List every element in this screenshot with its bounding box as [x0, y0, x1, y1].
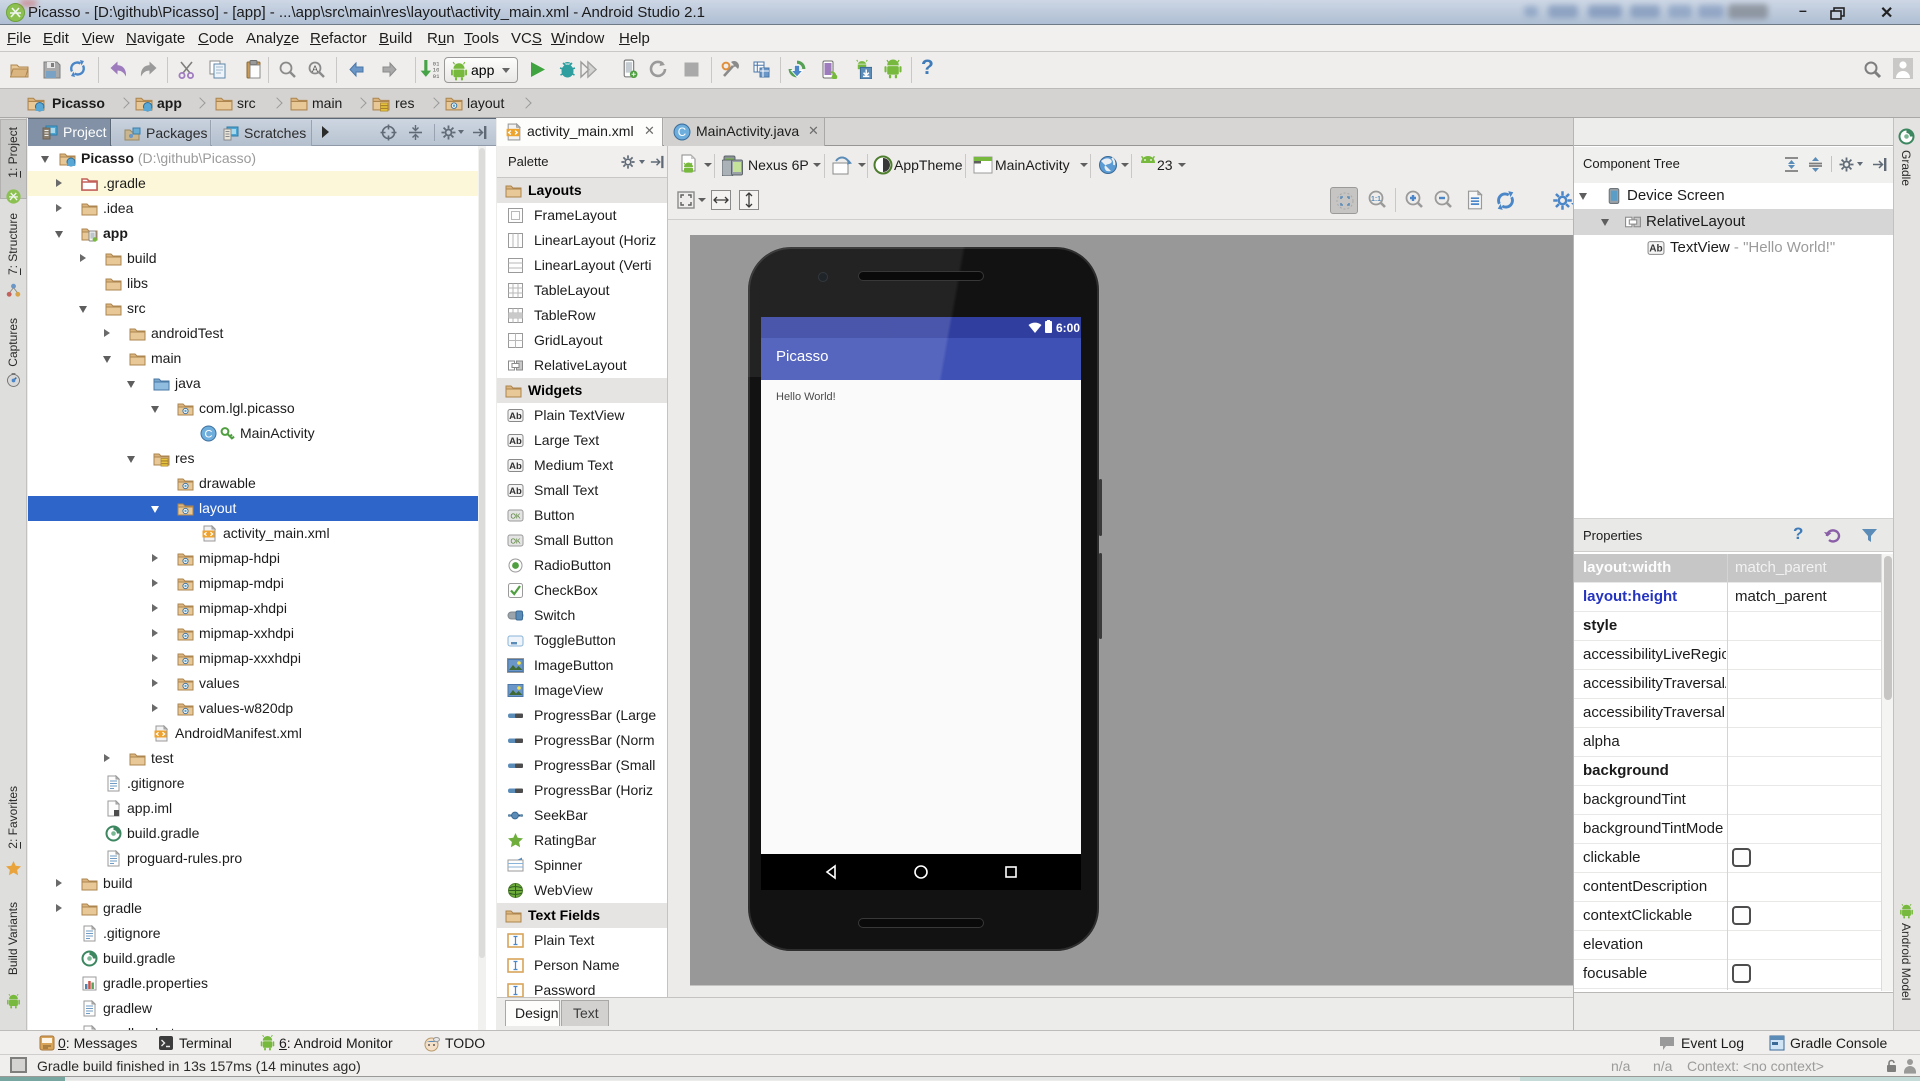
svg-text:OK: OK: [510, 539, 520, 546]
svg-text:1:1: 1:1: [1371, 196, 1381, 203]
svg-text:A: A: [312, 64, 318, 74]
svg-text:01: 01: [433, 73, 439, 79]
svg-text:OK: OK: [510, 514, 520, 521]
